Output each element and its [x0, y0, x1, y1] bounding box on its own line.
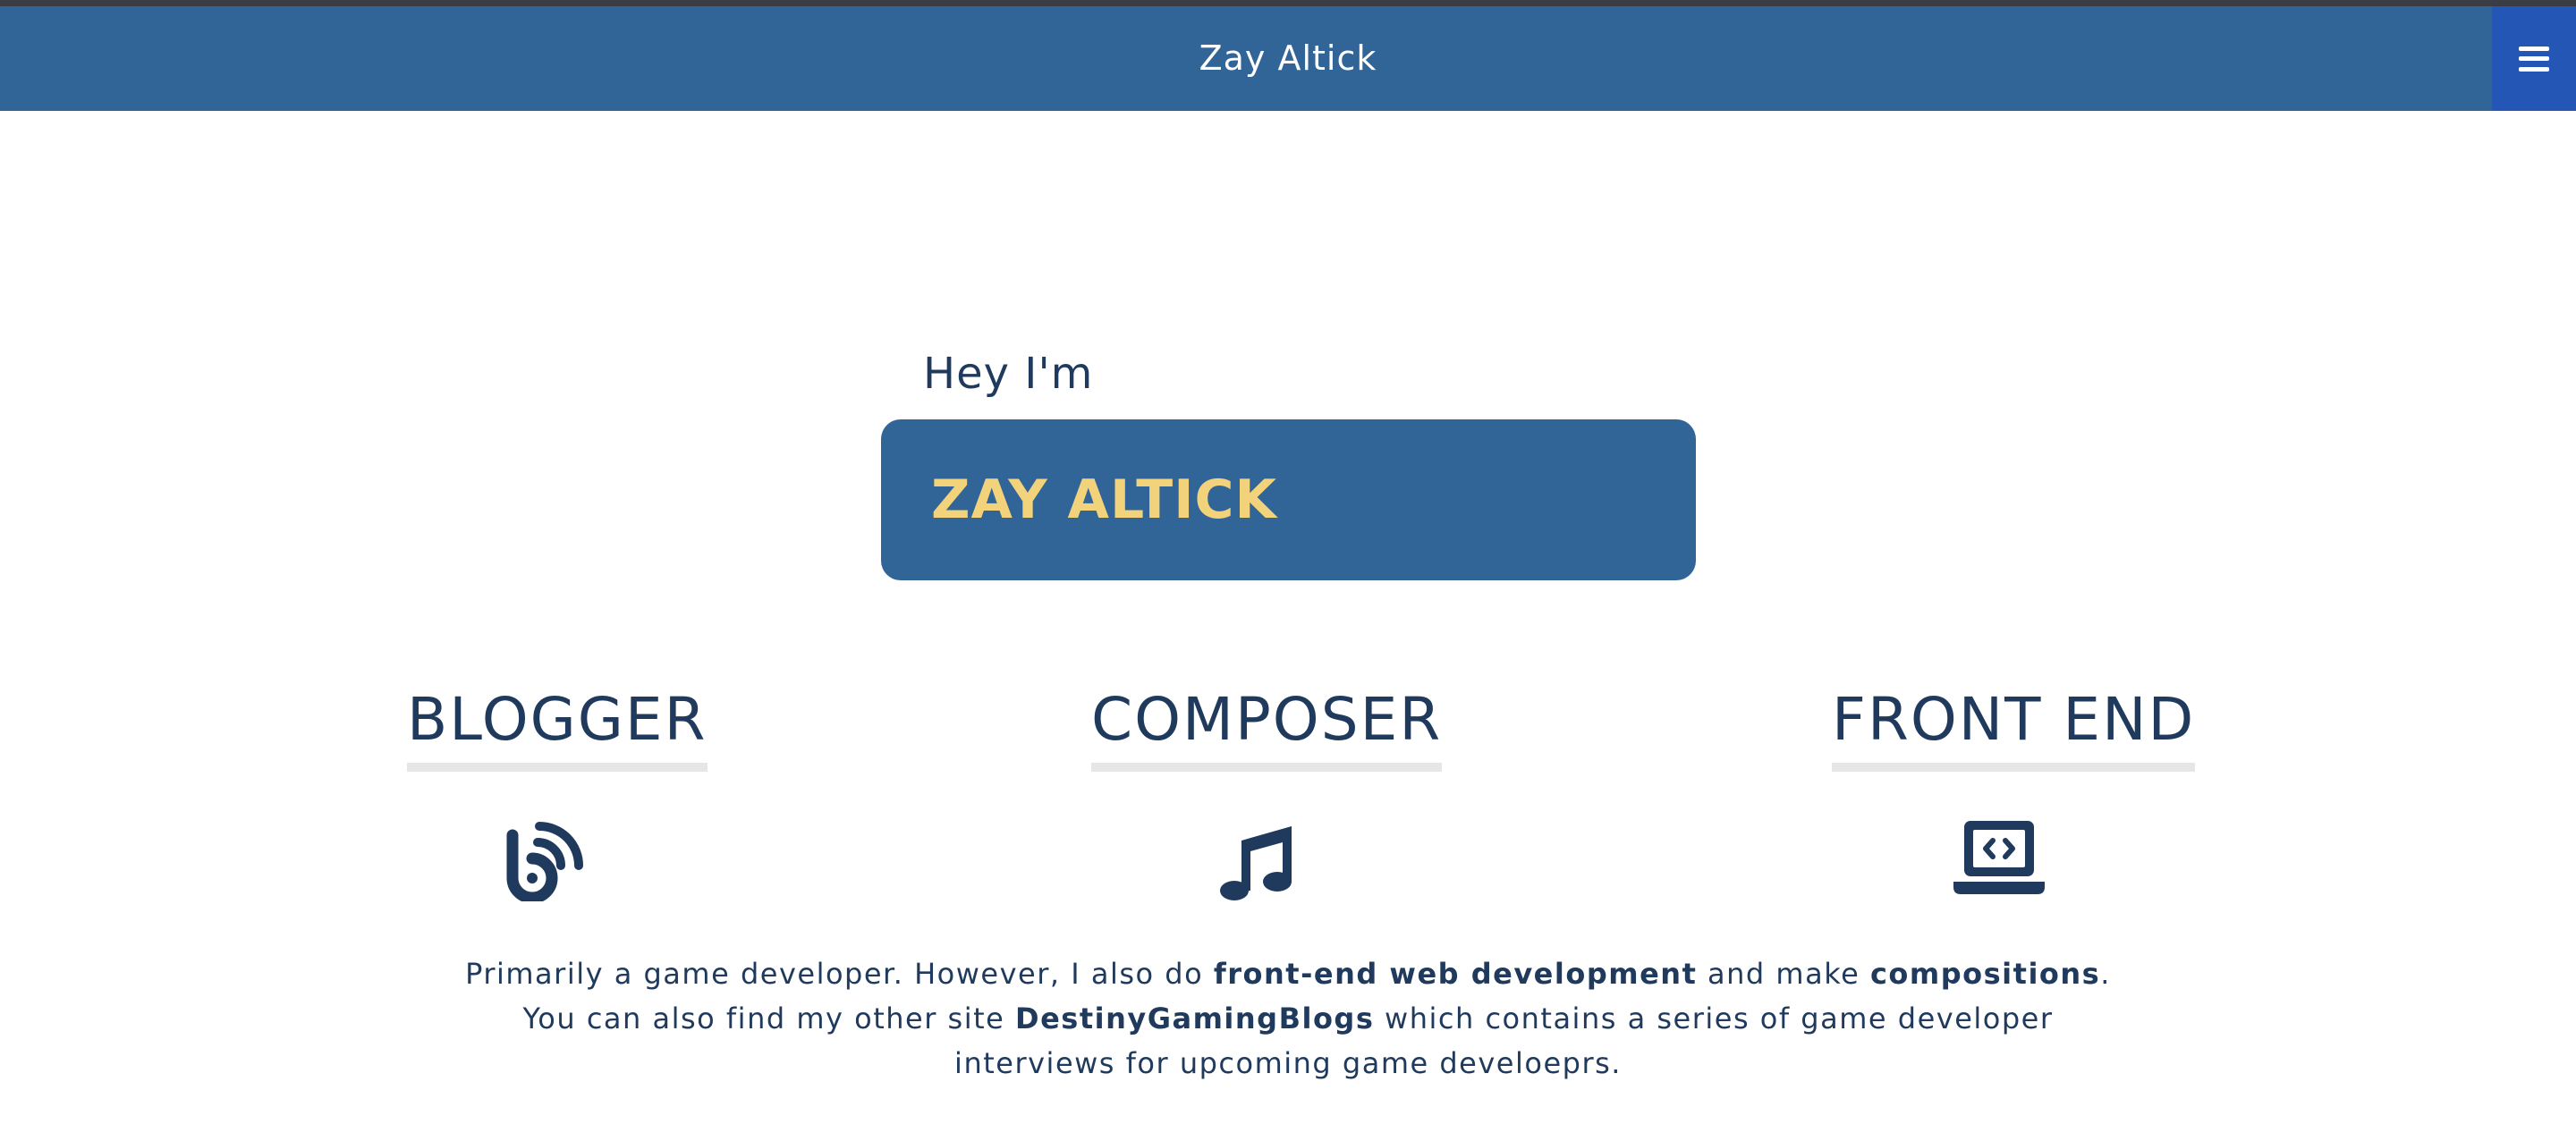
- role-underline: [1832, 763, 2196, 772]
- role-composer: COMPOSER: [1091, 684, 1443, 772]
- music-note-icon: [1220, 826, 1292, 900]
- bio-highlight-web-dev: front-end web development: [1213, 957, 1698, 991]
- hero-name: ZAY ALTICK: [931, 469, 1278, 531]
- greeting-text: Hey I'm: [923, 349, 1094, 399]
- bio-link-destiny-gaming-blogs[interactable]: DestinyGamingBlogs: [1015, 1002, 1374, 1035]
- blog-icon: [506, 822, 583, 901]
- name-box: ZAY ALTICK: [881, 419, 1696, 580]
- bio-highlight-compositions: compositions: [1869, 957, 2101, 991]
- bio-text: Primarily a game developer. However, I a…: [465, 957, 1214, 991]
- laptop-code-icon: [1953, 821, 2045, 894]
- role-front-end: FRONT END: [1832, 684, 2196, 772]
- role-blogger: BLOGGER: [407, 684, 708, 772]
- role-title-blogger: BLOGGER: [407, 685, 708, 754]
- hamburger-menu-icon: [2519, 46, 2549, 72]
- role-underline: [1091, 763, 1443, 772]
- menu-button[interactable]: [2492, 6, 2576, 111]
- bio-paragraph: Primarily a game developer. However, I a…: [465, 951, 2111, 1086]
- bio-text: and make: [1697, 957, 1870, 991]
- top-strip: [0, 0, 2576, 6]
- role-title-front-end: FRONT END: [1832, 685, 2196, 754]
- role-title-composer: COMPOSER: [1091, 685, 1443, 754]
- site-title[interactable]: Zay Altick: [0, 6, 2576, 111]
- navbar: Zay Altick: [0, 6, 2576, 111]
- role-underline: [407, 763, 708, 772]
